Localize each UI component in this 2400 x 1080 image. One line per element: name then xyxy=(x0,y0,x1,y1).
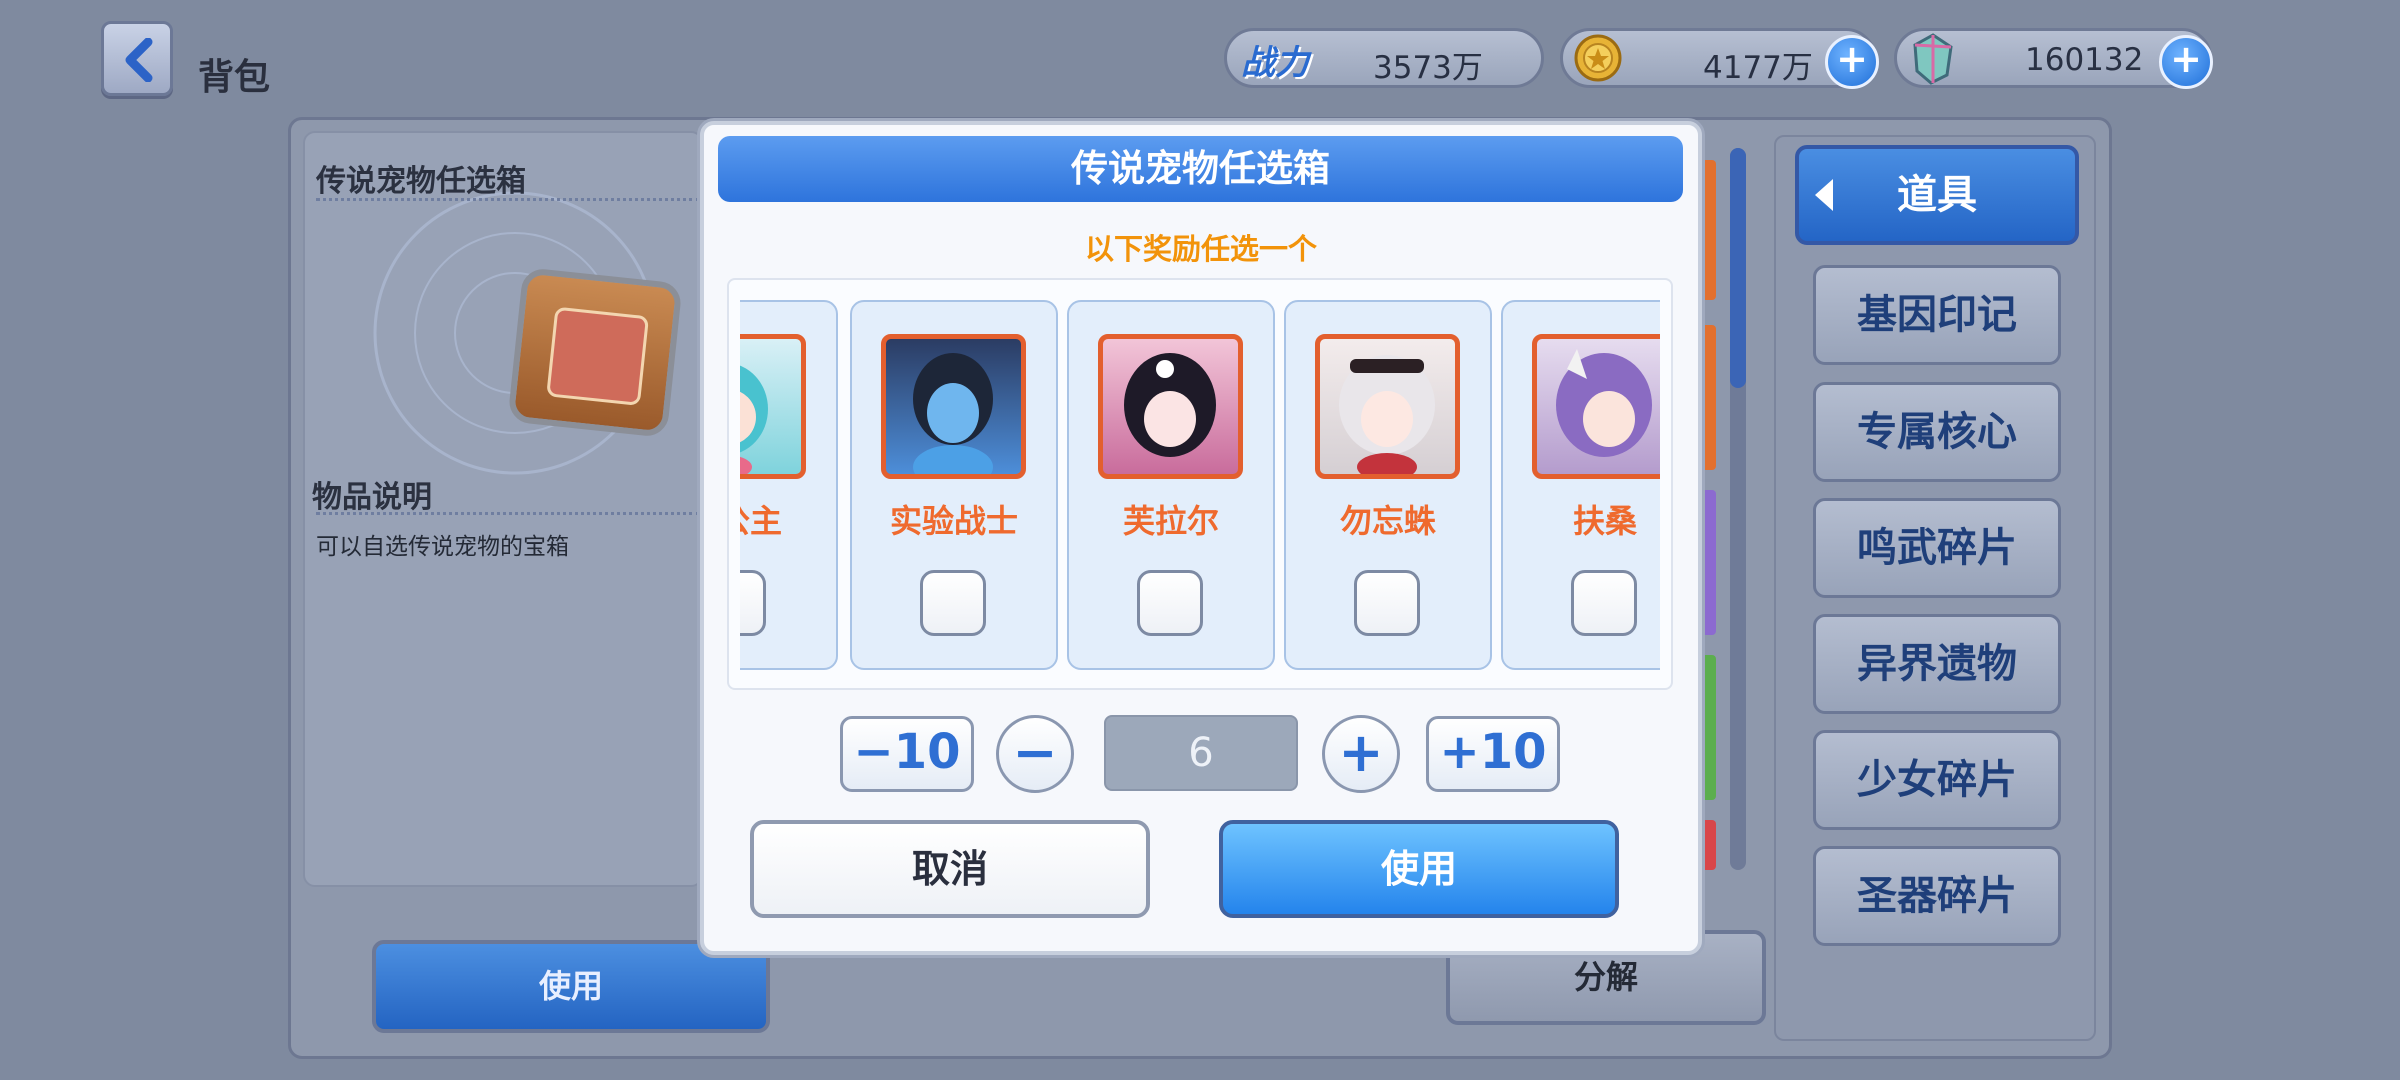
item-icon-chest xyxy=(507,267,683,438)
pet-options-scroll[interactable]: 汐公主 实验战士 芙拉尔 xyxy=(740,300,1660,670)
pet-name: 实验战士 xyxy=(889,502,1018,540)
gem-value: 160132 xyxy=(2025,42,2144,78)
category-tab-items[interactable]: 道具 xyxy=(1795,145,2079,245)
coin-display: 4177万 + xyxy=(1560,28,1879,89)
pet-name: 扶桑 xyxy=(1572,502,1637,540)
dialog-subtitle: 以下奖励任选一个 xyxy=(1084,232,1317,266)
category-tab-girl-shard[interactable]: 少女碎片 xyxy=(1813,730,2061,830)
category-tab-weapon-shard[interactable]: 鸣武碎片 xyxy=(1813,498,2061,598)
pet-portrait xyxy=(881,334,1026,479)
pet-portrait-art xyxy=(913,353,993,474)
grid-item-fragment xyxy=(1700,160,1716,300)
plus-one-button[interactable]: + xyxy=(1322,715,1400,793)
cat-face-icon xyxy=(546,306,650,406)
pet-name: 勿忘蛛 xyxy=(1339,502,1436,540)
item-desc-text: 可以自选传说宠物的宝箱 xyxy=(316,534,569,560)
pet-portrait-art xyxy=(1339,355,1435,474)
back-button[interactable] xyxy=(101,21,173,96)
minus-one-button[interactable]: − xyxy=(996,715,1074,793)
category-tab-exclusive-core[interactable]: 专属核心 xyxy=(1813,382,2061,482)
pet-option-card[interactable]: 芙拉尔 xyxy=(1067,300,1275,670)
plus-ten-button[interactable]: +10 xyxy=(1426,716,1560,792)
minus-ten-button[interactable]: −10 xyxy=(840,716,974,792)
pet-option-card[interactable]: 扶桑 xyxy=(1501,300,1660,670)
quantity-input[interactable]: 6 xyxy=(1104,715,1298,791)
cancel-button[interactable]: 取消 xyxy=(750,820,1150,918)
pet-checkbox[interactable] xyxy=(1137,570,1203,636)
pet-checkbox[interactable] xyxy=(740,570,766,636)
pet-portrait-art xyxy=(1124,353,1216,457)
pet-portrait-art xyxy=(740,365,768,474)
pet-checkbox[interactable] xyxy=(1571,570,1637,636)
power-icon: 战力 xyxy=(1241,43,1309,83)
page-title: 背包 xyxy=(198,57,271,98)
pet-option-card[interactable]: 实验战士 xyxy=(850,300,1058,670)
pet-option-card[interactable]: 勿忘蛛 xyxy=(1284,300,1492,670)
add-coin-button[interactable]: + xyxy=(1825,35,1879,89)
chevron-left-icon xyxy=(125,38,153,82)
pet-name: 汐公主 xyxy=(740,502,782,540)
coin-icon xyxy=(1574,34,1622,82)
pet-portrait xyxy=(1098,334,1243,479)
confirm-use-button[interactable]: 使用 xyxy=(1219,820,1619,918)
category-tab-otherworld-relic[interactable]: 异界遗物 xyxy=(1813,614,2061,714)
grid-scroll-thumb[interactable] xyxy=(1730,148,1746,388)
pet-checkbox[interactable] xyxy=(1354,570,1420,636)
pet-portrait xyxy=(1532,334,1660,479)
pet-portrait-art xyxy=(1556,349,1652,457)
item-desc-heading: 物品说明 xyxy=(312,480,432,515)
grid-item-fragment xyxy=(1700,820,1716,870)
power-value: 3573万 xyxy=(1373,50,1483,86)
divider xyxy=(316,198,700,201)
grid-item-fragment xyxy=(1700,655,1716,800)
item-title: 传说宠物任选箱 xyxy=(316,164,526,199)
pet-portrait xyxy=(740,334,806,479)
coin-value: 4177万 xyxy=(1703,50,1813,86)
gem-icon xyxy=(1913,33,1953,85)
category-tab-artifact-shard[interactable]: 圣器碎片 xyxy=(1813,846,2061,946)
divider xyxy=(316,512,700,515)
triangle-left-icon xyxy=(1815,179,1833,211)
pet-option-card[interactable]: 汐公主 xyxy=(740,300,838,670)
dialog-title: 传说宠物任选箱 xyxy=(718,136,1683,202)
add-gem-button[interactable]: + xyxy=(2159,35,2213,89)
pet-portrait xyxy=(1315,334,1460,479)
grid-item-fragment xyxy=(1700,490,1716,635)
category-tab-gene-imprint[interactable]: 基因印记 xyxy=(1813,265,2061,365)
power-display: 战力 3573万 xyxy=(1224,28,1544,88)
grid-item-fragment xyxy=(1700,325,1716,470)
pet-checkbox[interactable] xyxy=(920,570,986,636)
pet-name: 芙拉尔 xyxy=(1122,502,1219,540)
gem-display: 160132 + xyxy=(1894,28,2213,89)
